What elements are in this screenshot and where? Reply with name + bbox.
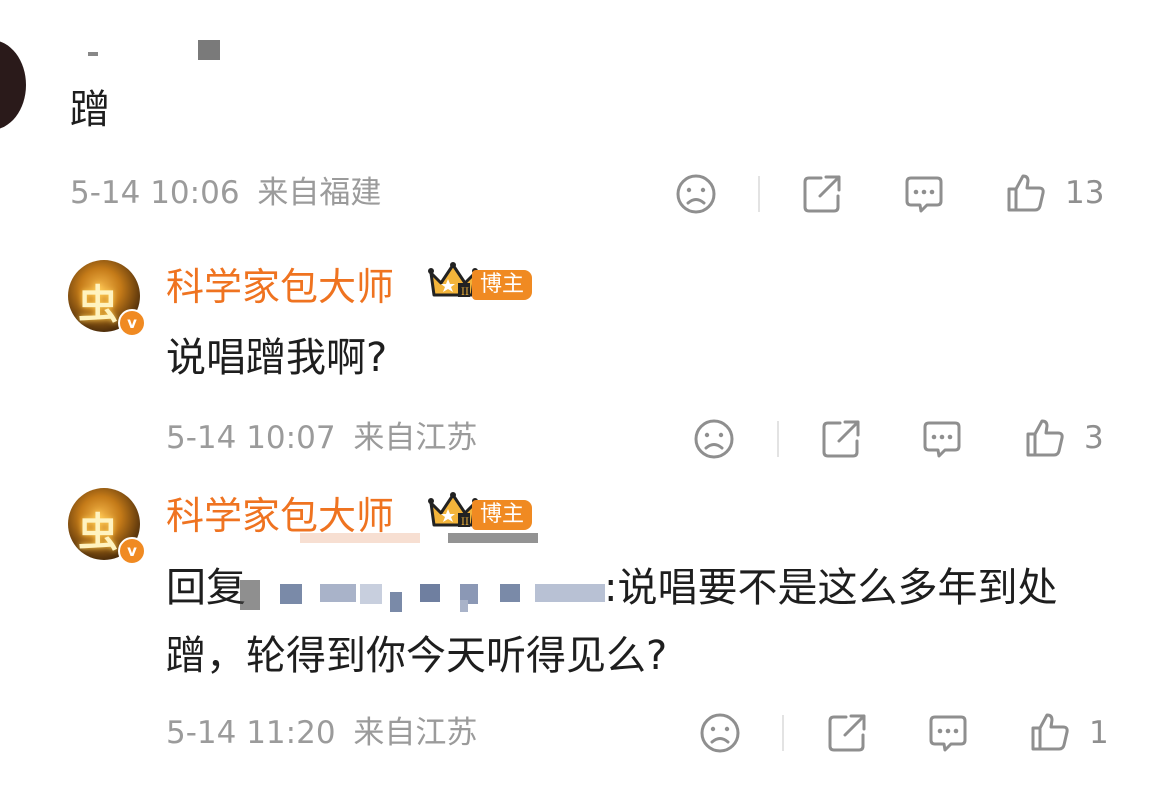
username[interactable]: 科学家包大师 (166, 497, 394, 535)
redaction-smudge (448, 533, 538, 543)
share-icon[interactable] (820, 418, 862, 460)
redacted-mention[interactable] (240, 570, 610, 614)
username[interactable]: 科学家包大师 (166, 268, 394, 306)
comment-icon[interactable] (927, 712, 969, 754)
timestamp: 5-14 10:06 (70, 175, 240, 211)
like-count: 3 (1084, 420, 1104, 456)
timestamp: 5-14 11:20 (166, 715, 336, 751)
share-icon[interactable] (826, 712, 868, 754)
comment-text: 蹭 (70, 87, 110, 133)
location: 来自福建 (257, 175, 382, 211)
sad-face-icon[interactable] (675, 173, 717, 215)
blogger-badge: II 博主 (428, 492, 533, 530)
redacted-username-dash (88, 52, 98, 56)
location: 来自江苏 (353, 420, 478, 456)
comment-timestamp: 5-14 10:06 来自福建 (70, 178, 381, 209)
like-count: 1 (1089, 715, 1109, 751)
svg-text:II: II (461, 517, 469, 528)
like-count: 13 (1065, 175, 1105, 211)
avatar-partial[interactable] (0, 40, 26, 130)
comment-icon[interactable] (921, 418, 963, 460)
share-icon[interactable] (801, 173, 843, 215)
reply-text-line1: :说唱要不是这么多年到处 (604, 565, 1058, 611)
timestamp: 5-14 10:07 (166, 420, 336, 456)
sad-face-icon[interactable] (699, 712, 741, 754)
reply-timestamp: 5-14 11:20 来自江苏 (166, 718, 477, 749)
redacted-username-block (198, 40, 220, 60)
badge-label: 博主 (472, 270, 533, 300)
sad-face-icon[interactable] (693, 418, 735, 460)
verified-icon: v (118, 309, 146, 337)
divider (777, 421, 779, 457)
divider (782, 715, 784, 751)
reply-text-line2: 蹭，轮得到你今天听得见么? (166, 633, 668, 679)
divider (758, 176, 760, 212)
verified-icon: v (118, 537, 146, 565)
badge-label: 博主 (472, 500, 533, 530)
thumbs-up-icon[interactable] (1005, 172, 1047, 214)
svg-text:II: II (461, 287, 469, 298)
location: 来自江苏 (353, 715, 478, 751)
redaction-smudge (300, 533, 420, 543)
reply-timestamp: 5-14 10:07 来自江苏 (166, 423, 477, 454)
blogger-badge: II 博主 (428, 262, 533, 300)
crown-icon: II (428, 492, 478, 528)
thumbs-up-icon[interactable] (1029, 711, 1071, 753)
thumbs-up-icon[interactable] (1024, 417, 1066, 459)
crown-icon: II (428, 262, 478, 298)
comment-icon[interactable] (903, 173, 945, 215)
reply-text: 说唱蹭我啊? (166, 335, 388, 381)
reply-prefix: 回复 (166, 565, 246, 611)
